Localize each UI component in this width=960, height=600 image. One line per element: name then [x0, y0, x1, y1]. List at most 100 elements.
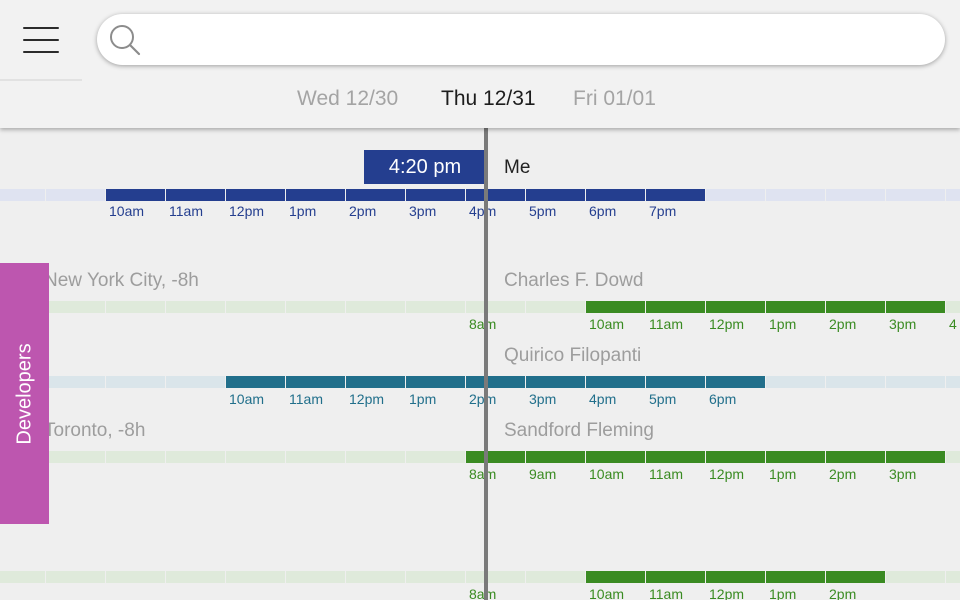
timeline-hour-cell	[46, 451, 105, 463]
timeline-hour-cell	[226, 451, 285, 463]
timeline-hour-cell	[646, 451, 705, 463]
timeline-hour-cell	[466, 571, 525, 583]
day-tab-thu[interactable]: Thu 12/31	[441, 85, 536, 113]
timeline-hour-cell	[766, 301, 825, 313]
hour-tick-label: 2pm	[829, 466, 857, 482]
timeline-hour-cell	[286, 189, 345, 201]
hamburger-menu-icon[interactable]	[18, 20, 64, 62]
timeline-hour-cell	[826, 189, 885, 201]
timeline-hour-cell	[586, 451, 645, 463]
timeline-hour-cell	[346, 301, 405, 313]
hour-tick-label: 8am	[469, 586, 497, 600]
hour-tick-label: 12pm	[229, 203, 265, 219]
person-name-quirico-filopanti[interactable]: Quirico Filopanti	[504, 344, 641, 368]
timeline-hour-cell	[286, 376, 345, 388]
hour-tick-label: 5pm	[529, 203, 557, 219]
timeline-track-charles-f-dowd[interactable]	[0, 301, 960, 313]
hour-tick-label: 11am	[649, 316, 683, 332]
current-time-line	[484, 128, 488, 600]
search-icon	[110, 25, 141, 56]
timeline-hour-cell	[106, 571, 165, 583]
hour-tick-label: 5pm	[649, 391, 677, 407]
timeline-hour-cell	[766, 451, 825, 463]
timeline-hour-cell	[586, 189, 645, 201]
timeline-hour-cell	[766, 376, 825, 388]
timeline-hour-cell	[286, 571, 345, 583]
day-tab-wed[interactable]: Wed 12/30	[297, 85, 398, 113]
search-input[interactable]	[149, 22, 919, 56]
current-time-badge: 4:20 pm	[364, 150, 486, 184]
timeline-track-quirico-filopanti[interactable]	[0, 376, 960, 388]
hour-tick-label: 4pm	[589, 391, 617, 407]
hour-tick-label: 12pm	[709, 466, 745, 482]
hour-tick-label: 11am	[169, 203, 203, 219]
timeline-hour-cell	[406, 451, 465, 463]
hour-tick-label: 1pm	[769, 316, 797, 332]
timeline-hour-cell	[526, 189, 585, 201]
timeline-hour-cell	[886, 189, 945, 201]
hour-tick-label: 3pm	[889, 316, 917, 332]
timeline-hour-cell	[826, 376, 885, 388]
hour-tick-label: 10am	[229, 391, 265, 407]
timeline-hour-cell	[346, 451, 405, 463]
timeline-hour-cell	[406, 376, 465, 388]
timeline-hour-cell	[886, 451, 945, 463]
timeline-hour-cell	[106, 189, 165, 201]
person-name-me[interactable]: Me	[504, 156, 530, 180]
hour-tick-label: 10am	[109, 203, 145, 219]
timeline-hour-cell	[0, 571, 45, 583]
city-label-toronto: Toronto, -8h	[44, 420, 146, 441]
timeline-hour-cell	[286, 451, 345, 463]
timeline-hour-cell	[646, 571, 705, 583]
hour-tick-label: 12pm	[349, 391, 385, 407]
hour-tick-label: 4pm	[469, 203, 497, 219]
timeline-hour-cell	[466, 301, 525, 313]
hour-tick-label: 10am	[589, 316, 625, 332]
timeline-hour-cell	[706, 571, 765, 583]
person-name-charles-f-dowd[interactable]: Charles F. Dowd	[504, 269, 643, 293]
timeline-hour-cell	[706, 301, 765, 313]
timeline-hour-cell	[346, 376, 405, 388]
top-bar: Wed 12/30 Thu 12/31 Fri 01/01	[0, 0, 960, 128]
timeline-track-me[interactable]	[0, 189, 960, 201]
timeline-hour-cell	[106, 451, 165, 463]
timeline-hour-cell	[226, 376, 285, 388]
hour-tick-label: 8am	[469, 466, 497, 482]
search-bar[interactable]	[97, 14, 945, 65]
timeline-hour-cell	[346, 571, 405, 583]
timeline-hour-cell	[466, 451, 525, 463]
hour-tick-label: 12pm	[709, 586, 745, 600]
hour-tick-label: 10am	[589, 586, 625, 600]
timeline-hour-cell	[226, 189, 285, 201]
timeline-hour-cell	[466, 189, 525, 201]
timeline-hour-cell	[646, 301, 705, 313]
timeline-hour-cell	[706, 189, 765, 201]
hour-tick-label: 4	[949, 316, 957, 332]
timeline-hour-cell	[406, 571, 465, 583]
timeline-hour-cell	[826, 301, 885, 313]
timeline-hour-cell	[226, 571, 285, 583]
timeline-hour-cell	[646, 376, 705, 388]
hour-tick-label: 11am	[289, 391, 323, 407]
timeline-hour-cell	[946, 571, 960, 583]
timeline-hour-cell	[526, 571, 585, 583]
divider	[0, 79, 82, 81]
timeline-hour-cell	[946, 376, 960, 388]
timeline-hour-cell	[766, 571, 825, 583]
timeline-hour-cell	[0, 189, 45, 201]
timeline-hour-cell	[166, 376, 225, 388]
timeline-hour-cell	[46, 571, 105, 583]
timeline-hour-cell	[886, 301, 945, 313]
hour-tick-label: 1pm	[289, 203, 317, 219]
hour-tick-label: 7pm	[649, 203, 677, 219]
group-tab-developers[interactable]: Developers	[0, 263, 49, 524]
timeline-track-sandford-fleming[interactable]	[0, 451, 960, 463]
timeline-hour-cell	[886, 571, 945, 583]
timeline-hour-cell	[526, 451, 585, 463]
timeline-track-unlabeled[interactable]	[0, 571, 960, 583]
hour-tick-label: 1pm	[769, 466, 797, 482]
person-name-sandford-fleming[interactable]: Sandford Fleming	[504, 419, 654, 443]
day-tab-fri[interactable]: Fri 01/01	[573, 85, 656, 113]
timeline-hour-cell	[646, 189, 705, 201]
timeline-hour-cell	[886, 376, 945, 388]
